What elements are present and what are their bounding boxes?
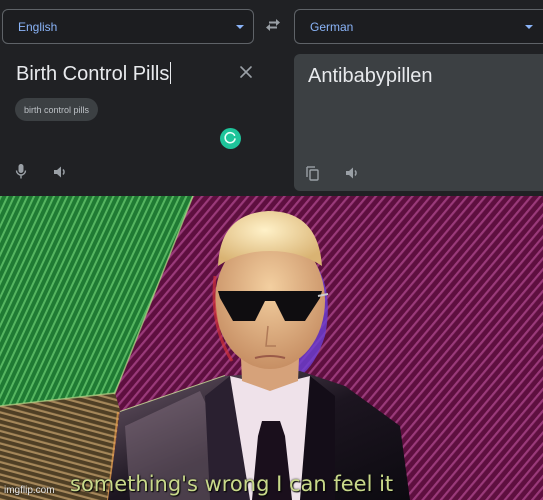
source-language-label: English [18,19,58,34]
close-icon[interactable] [238,64,254,80]
speaker-icon[interactable] [52,163,70,181]
suggestion-chip-label: birth control pills [24,104,90,115]
loading-spinner-icon [220,128,241,149]
translated-text: Antibabypillen [308,65,433,87]
translation-output-panel: Antibabypillen [294,54,543,191]
meme-illustration [0,196,543,500]
copy-icon[interactable] [304,164,322,182]
source-text-input[interactable]: Birth Control Pills [16,62,172,86]
imgflip-watermark: imgflip.com [4,485,55,496]
meme-caption: something's wrong I can feel it [70,472,394,496]
target-language-label: German [310,19,354,34]
target-language-select[interactable]: German [294,9,543,44]
chevron-down-icon [525,25,533,29]
text-cursor [170,62,172,84]
microphone-icon[interactable] [12,162,30,180]
speaker-icon[interactable] [344,164,362,182]
source-text-value: Birth Control Pills [16,63,170,85]
meme-image: something's wrong I can feel it imgflip.… [0,196,543,500]
source-language-select[interactable]: English [2,9,254,44]
swap-languages-icon[interactable] [264,18,282,32]
chevron-down-icon [236,25,244,29]
translate-panel: English German Birth Control Pills birth… [0,0,543,196]
suggestion-chip[interactable]: birth control pills [15,98,99,121]
